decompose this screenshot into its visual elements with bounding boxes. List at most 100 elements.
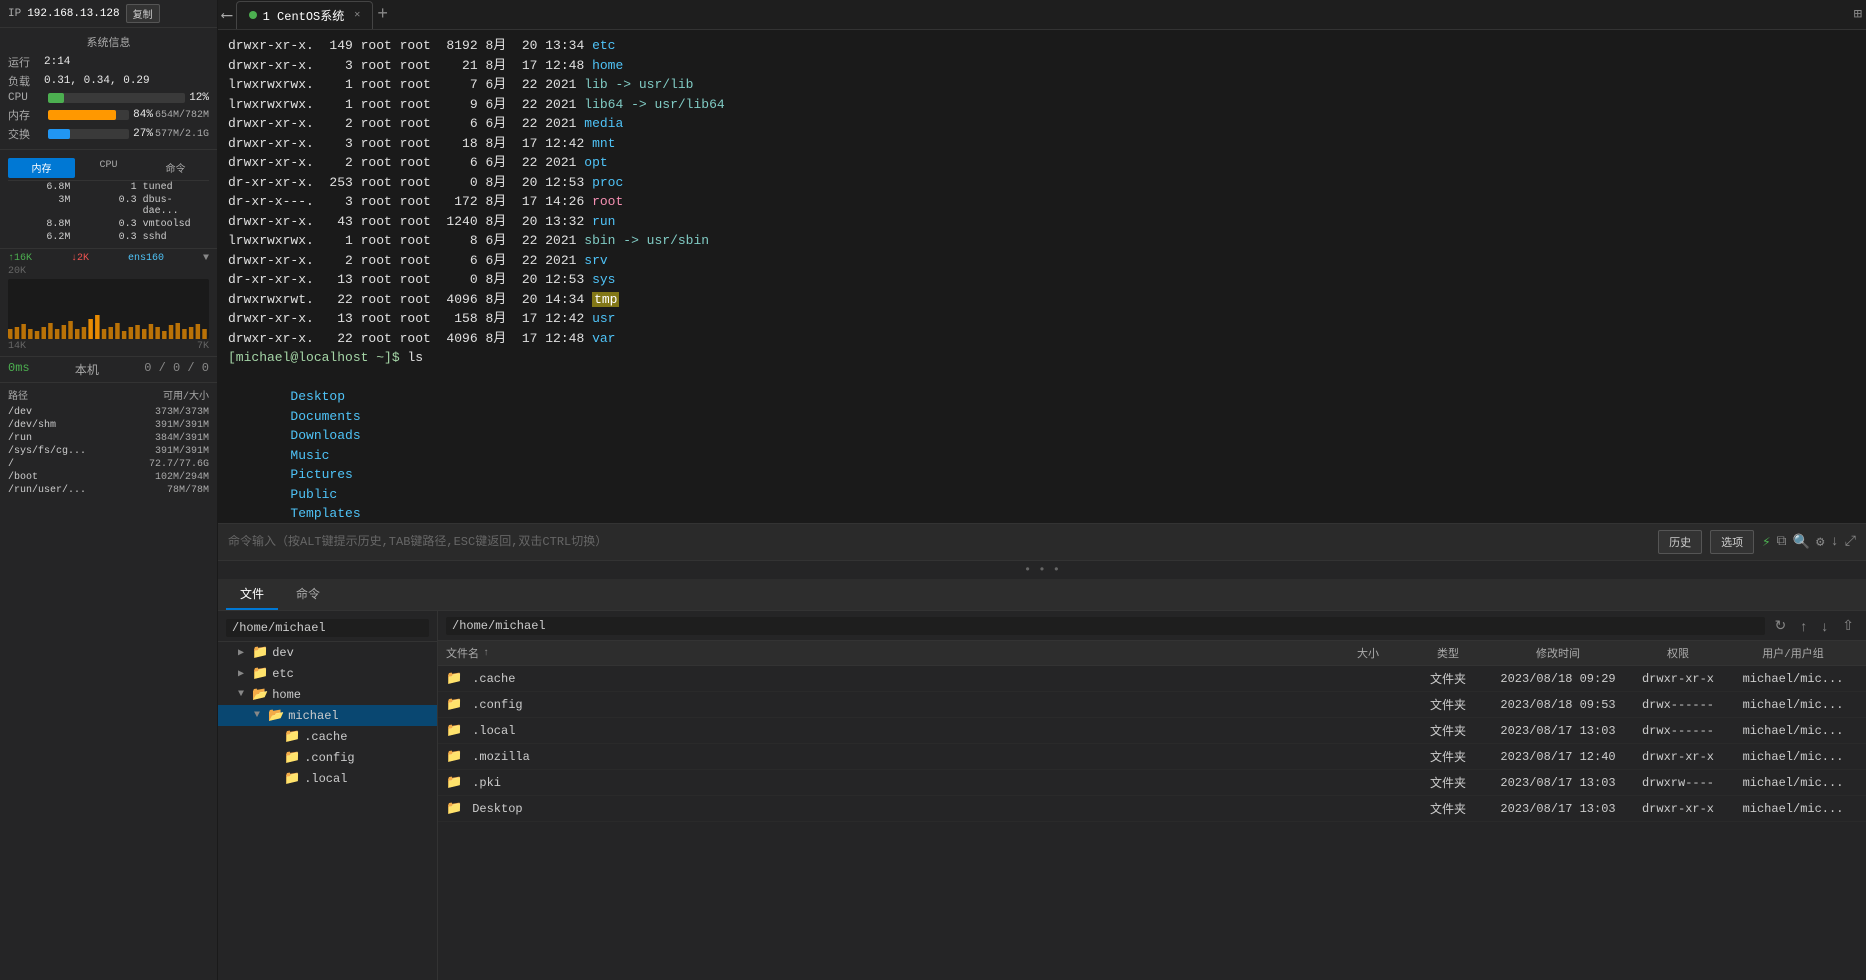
network-graph <box>8 279 209 339</box>
uptime-row: 运行 2:14 <box>8 54 209 70</box>
disk-ping-value: 0ms <box>8 361 30 378</box>
terminal-line: dr-xr-xr-x. 13 root root 0 8月 20 12:53 s… <box>228 270 1856 290</box>
col-header-name[interactable]: 文件名 ↑ <box>446 645 1328 661</box>
disk-row: /dev373M/373M <box>8 407 209 418</box>
net-up: ↑16K <box>8 253 32 264</box>
tree-item-etc[interactable]: ▶ 📁 etc <box>218 663 437 684</box>
tab-centos[interactable]: 1 CentOS系统 ✕ <box>236 1 374 29</box>
options-button[interactable]: 选项 <box>1710 530 1754 554</box>
panel-separator: • • • <box>218 561 1866 579</box>
disk-row: /run/user/...78M/78M <box>8 485 209 496</box>
terminal-area[interactable]: drwxr-xr-x. 149 root root 8192 8月 20 13:… <box>218 30 1866 523</box>
tab-file[interactable]: 文件 <box>226 579 278 610</box>
tab-label: 1 CentOS系统 <box>263 7 345 24</box>
load-row: 负载 0.31, 0.34, 0.29 <box>8 73 209 89</box>
tab-add-button[interactable]: + <box>377 5 388 25</box>
folder-icon-cache: 📁 <box>284 729 300 744</box>
terminal-line: lrwxrwxrwx. 1 root root 7 6月 22 2021 lib… <box>228 75 1856 95</box>
uptime-value: 2:14 <box>44 56 70 68</box>
process-row: 6.8M1tuned <box>8 181 209 194</box>
download-button[interactable]: ↓ <box>1817 616 1832 636</box>
process-section: 内存 CPU 命令 6.8M1tuned3M0.3dbus-dae...8.8M… <box>0 150 217 249</box>
tab-close-button[interactable]: ✕ <box>354 9 360 21</box>
more-button[interactable]: ⇧ <box>1838 615 1858 636</box>
file-row[interactable]: 📁.pki 文件夹 2023/08/17 13:03 drwxrw---- mi… <box>438 770 1866 796</box>
tree-item-home[interactable]: ▼ 📂 home <box>218 684 437 705</box>
disk-row: /boot102M/294M <box>8 472 209 483</box>
process-row: 8.8M0.3vmtoolsd <box>8 218 209 231</box>
tree-item-config[interactable]: 📁 .config <box>218 747 437 768</box>
folder-icon-etc: 📁 <box>252 666 268 681</box>
cpu-row: CPU 12% <box>8 92 209 104</box>
terminal-line: dr-xr-xr-x. 253 root root 0 8月 20 12:53 … <box>228 173 1856 193</box>
file-row[interactable]: 📁.local 文件夹 2023/08/17 13:03 drwx------ … <box>438 718 1866 744</box>
file-row[interactable]: 📁.cache 文件夹 2023/08/18 09:29 drwxr-xr-x … <box>438 666 1866 692</box>
load-label: 负载 <box>8 73 44 89</box>
copy-ip-button[interactable]: 复制 <box>126 4 160 23</box>
refresh-button[interactable]: ↻ <box>1771 615 1791 636</box>
maximize-icon[interactable]: ⤢ <box>1845 534 1856 551</box>
col-header-user[interactable]: 用户/用户组 <box>1728 645 1858 661</box>
sidebar-ip-header: IP 192.168.13.128 复制 <box>0 0 217 28</box>
disk-section: 路径 可用/大小 /dev373M/373M/dev/shm391M/391M /… <box>0 383 217 980</box>
cpu-value: 12% <box>189 92 209 104</box>
proc-header-cmd[interactable]: 命令 <box>142 158 209 178</box>
file-row[interactable]: 📁.mozilla 文件夹 2023/08/17 12:40 drwxr-xr-… <box>438 744 1866 770</box>
tree-item-cache[interactable]: 📁 .cache <box>218 726 437 747</box>
proc-header-cpu[interactable]: CPU <box>75 158 142 178</box>
file-list-path: /home/michael <box>446 617 1765 635</box>
tree-item-local[interactable]: 📁 .local <box>218 768 437 789</box>
tab-command[interactable]: 命令 <box>282 579 334 610</box>
cmd-input-field[interactable] <box>228 535 1650 549</box>
upload-button[interactable]: ↑ <box>1796 616 1811 636</box>
net-graph-label-7k: 7K <box>197 341 209 352</box>
terminal-line: drwxr-xr-x. 2 root root 6 6月 22 2021 srv <box>228 251 1856 271</box>
col-header-type[interactable]: 类型 <box>1408 645 1488 661</box>
terminal-line: drwxrwxrwt. 22 root root 4096 8月 20 14:3… <box>228 290 1856 310</box>
proc-header-mem[interactable]: 内存 <box>8 158 75 178</box>
folder-icon-dev: 📁 <box>252 645 268 660</box>
folder-open-icon-home: 📂 <box>252 687 268 702</box>
net-chevron-icon[interactable]: ▼ <box>203 253 209 264</box>
folder-icon-config: 📁 <box>284 750 300 765</box>
disk-ping-icons: 0 / 0 / 0 <box>144 361 209 378</box>
terminal-line: dr-xr-x---. 3 root root 172 8月 17 14:26 … <box>228 192 1856 212</box>
folder-open-icon-michael: 📂 <box>268 708 284 723</box>
cmd-input-bar: 历史 选项 ⚡ ⧉ 🔍 ⚙ ↓ ⤢ <box>218 523 1866 560</box>
col-header-date[interactable]: 修改时间 <box>1488 645 1628 661</box>
history-button[interactable]: 历史 <box>1658 530 1702 554</box>
file-row[interactable]: 📁Desktop 文件夹 2023/08/17 13:03 drwxr-xr-x… <box>438 796 1866 822</box>
lightning-icon[interactable]: ⚡ <box>1762 534 1770 551</box>
tab-back-button[interactable]: ⟵ <box>222 5 232 25</box>
terminal-line: lrwxrwxrwx. 1 root root 9 6月 22 2021 lib… <box>228 95 1856 115</box>
grid-view-icon[interactable]: ⊞ <box>1854 6 1862 23</box>
disk-row: /dev/shm391M/391M <box>8 420 209 431</box>
disk-ping-label: 本机 <box>75 361 99 378</box>
terminal-line: lrwxrwxrwx. 1 root root 8 6月 22 2021 sbi… <box>228 231 1856 251</box>
copy-icon[interactable]: ⧉ <box>1777 534 1787 551</box>
swap-value: 27% <box>133 128 153 140</box>
tree-label-home: home <box>272 688 301 702</box>
tree-item-michael[interactable]: ▼ 📂 michael <box>218 705 437 726</box>
search-icon[interactable]: 🔍 <box>1793 534 1810 551</box>
mem-label: 内存 <box>8 107 44 123</box>
tree-label-config: .config <box>304 751 354 765</box>
file-table: 文件名 ↑ 大小 类型 修改时间 权限 用户/用户组 📁.cache 文件夹 2… <box>438 641 1866 980</box>
net-graph-label-20k: 20K <box>8 266 26 277</box>
disk-header: 路径 可用/大小 <box>8 387 209 403</box>
file-row[interactable]: 📁.config 文件夹 2023/08/18 09:53 drwx------… <box>438 692 1866 718</box>
disk-header-path: 路径 <box>8 387 28 403</box>
bottom-tabs: 文件 命令 <box>218 579 1866 611</box>
process-list: 6.8M1tuned3M0.3dbus-dae...8.8M0.3vmtools… <box>8 181 209 244</box>
net-interface[interactable]: ens160 <box>128 253 164 264</box>
col-header-size[interactable]: 大小 <box>1328 645 1408 661</box>
download-arrow-icon[interactable]: ↓ <box>1830 534 1838 551</box>
settings-icon[interactable]: ⚙ <box>1816 534 1824 551</box>
net-graph-label-14k: 14K <box>8 341 26 352</box>
tree-item-dev[interactable]: ▶ 📁 dev <box>218 642 437 663</box>
swap-detail: 577M/2.1G <box>155 129 209 140</box>
cpu-progress-fill <box>48 93 64 103</box>
col-header-perm[interactable]: 权限 <box>1628 645 1728 661</box>
process-row: 6.2M0.3sshd <box>8 231 209 244</box>
system-info-section: 系统信息 运行 2:14 负载 0.31, 0.34, 0.29 CPU 12%… <box>0 28 217 150</box>
